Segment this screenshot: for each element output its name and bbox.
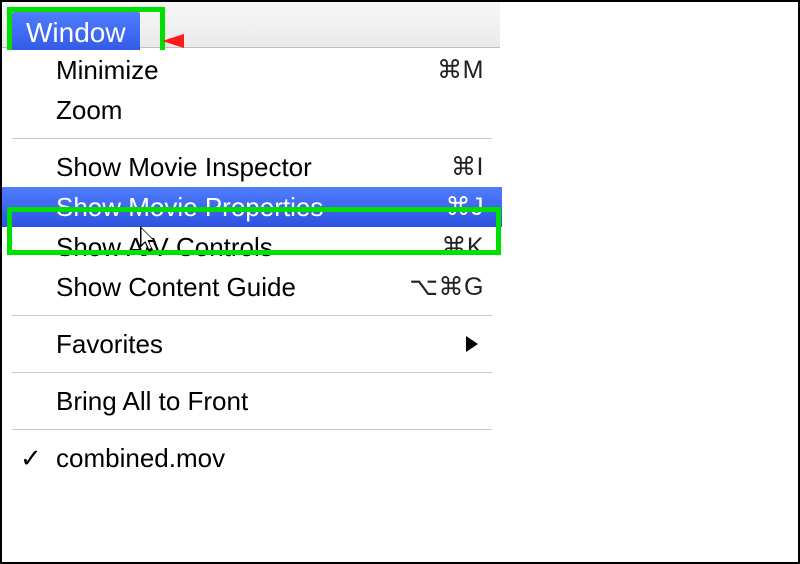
menu-item-zoom[interactable]: Zoom	[2, 90, 502, 130]
menu-item-bring-all-to-front[interactable]: Bring All to Front	[2, 381, 502, 421]
menu-item-label: combined.mov	[56, 443, 484, 474]
menu-item-label: Show Movie Inspector	[56, 152, 451, 183]
menu-item-shortcut: ⌥⌘G	[409, 272, 484, 302]
menu-item-label: Show Content Guide	[56, 272, 409, 303]
menu-item-window-combined[interactable]: ✓ combined.mov	[2, 438, 502, 478]
menu-item-label: Show A/V Controls	[56, 232, 441, 263]
menu-item-label: Minimize	[56, 55, 437, 86]
menu-item-minimize[interactable]: Minimize ⌘M	[2, 50, 502, 90]
menu-item-shortcut: ⌘I	[451, 152, 484, 182]
submenu-arrow-icon	[466, 336, 478, 352]
menu-item-shortcut: ⌘K	[441, 232, 484, 262]
menu-separator	[12, 138, 492, 139]
menu-item-label: Bring All to Front	[56, 386, 484, 417]
menu-item-label: Zoom	[56, 95, 484, 126]
checkmark-icon: ✓	[20, 443, 42, 474]
menu-separator	[12, 315, 492, 316]
menu-item-label: Favorites	[56, 329, 484, 360]
menu-item-shortcut: ⌘M	[437, 55, 484, 85]
menu-separator	[12, 429, 492, 430]
menu-item-label: Show Movie Properties	[56, 192, 446, 223]
menu-item-show-av-controls[interactable]: Show A/V Controls ⌘K	[2, 227, 502, 267]
menu-separator	[12, 372, 492, 373]
menu-item-show-movie-properties[interactable]: Show Movie Properties ⌘J	[2, 187, 502, 227]
menu-item-shortcut: ⌘J	[446, 192, 485, 222]
menu-item-show-content-guide[interactable]: Show Content Guide ⌥⌘G	[2, 267, 502, 307]
menu-item-show-movie-inspector[interactable]: Show Movie Inspector ⌘I	[2, 147, 502, 187]
window-menu-dropdown: Minimize ⌘M Zoom Show Movie Inspector ⌘I…	[2, 50, 502, 478]
menu-item-favorites[interactable]: Favorites	[2, 324, 502, 364]
